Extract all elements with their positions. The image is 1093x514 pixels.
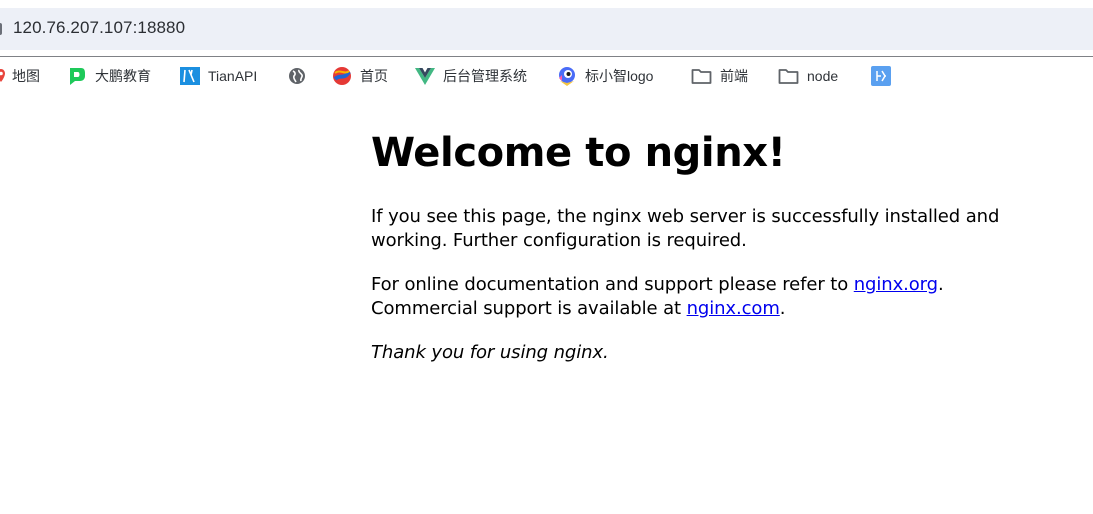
home-logo-icon: [332, 66, 352, 86]
address-text[interactable]: 120.76.207.107:18880: [13, 18, 185, 38]
bookmark-label: TianAPI: [208, 68, 258, 84]
nginx-com-link[interactable]: nginx.com: [687, 298, 780, 319]
bookmark-label: 标小智logo: [585, 68, 654, 84]
intro-paragraph: If you see this page, the nginx web serv…: [371, 206, 1000, 251]
bookmark-globe[interactable]: [287, 65, 315, 87]
app-tile-icon: [871, 66, 891, 86]
bookmark-map[interactable]: 地图: [0, 65, 40, 87]
bookmark-folder-node[interactable]: node: [778, 65, 838, 87]
thanks-paragraph: Thank you for using nginx.: [371, 342, 609, 363]
folder-icon: [691, 67, 712, 85]
nginx-org-link[interactable]: nginx.org: [854, 274, 938, 295]
bookmark-label: node: [807, 68, 839, 84]
site-info-icon[interactable]: [0, 23, 2, 35]
commercial-text: Commercial support is available at: [371, 298, 687, 319]
address-bar[interactable]: 120.76.207.107:18880: [0, 8, 1093, 50]
globe-icon: [287, 66, 307, 86]
bird-logo-icon: [557, 66, 577, 86]
commercial-period: .: [779, 298, 786, 319]
bookmark-home[interactable]: 首页: [332, 65, 388, 87]
bookmark-app[interactable]: [871, 65, 899, 87]
bookmark-folder-frontend[interactable]: 前端: [691, 65, 748, 87]
browser-chrome: 120.76.207.107:18880 地图 大鹏教育 TianAPI 首页 …: [0, 0, 1093, 94]
vue-logo-icon: [415, 66, 435, 86]
nginx-welcome-page: Welcome to nginx! If you see this page, …: [371, 127, 1051, 365]
docs-text: For online documentation and support ple…: [371, 274, 854, 295]
bookmark-label: 首页: [360, 68, 388, 84]
docs-paragraph: For online documentation and support ple…: [371, 273, 1051, 321]
bookmarks-bar: 地图 大鹏教育 TianAPI 首页 后台管理系统 标小智logo 前端 nod…: [0, 57, 1093, 94]
map-pin-icon: [0, 68, 6, 84]
tianapi-logo-icon: [180, 66, 200, 86]
bookmark-label: 地图: [12, 68, 40, 84]
bookmark-tianapi[interactable]: TianAPI: [180, 65, 257, 87]
page-title: Welcome to nginx!: [371, 130, 786, 176]
folder-icon: [778, 67, 799, 85]
bookmark-label: 后台管理系统: [443, 68, 527, 84]
dapeng-logo-icon: [67, 66, 87, 86]
docs-period: .: [938, 274, 944, 295]
bookmark-dapeng[interactable]: 大鹏教育: [67, 65, 151, 87]
bookmark-logo-maker[interactable]: 标小智logo: [557, 65, 653, 87]
bookmark-label: 大鹏教育: [95, 68, 151, 84]
bookmark-admin[interactable]: 后台管理系统: [415, 65, 527, 87]
bookmark-label: 前端: [720, 68, 748, 84]
top-strip: [0, 0, 1093, 8]
